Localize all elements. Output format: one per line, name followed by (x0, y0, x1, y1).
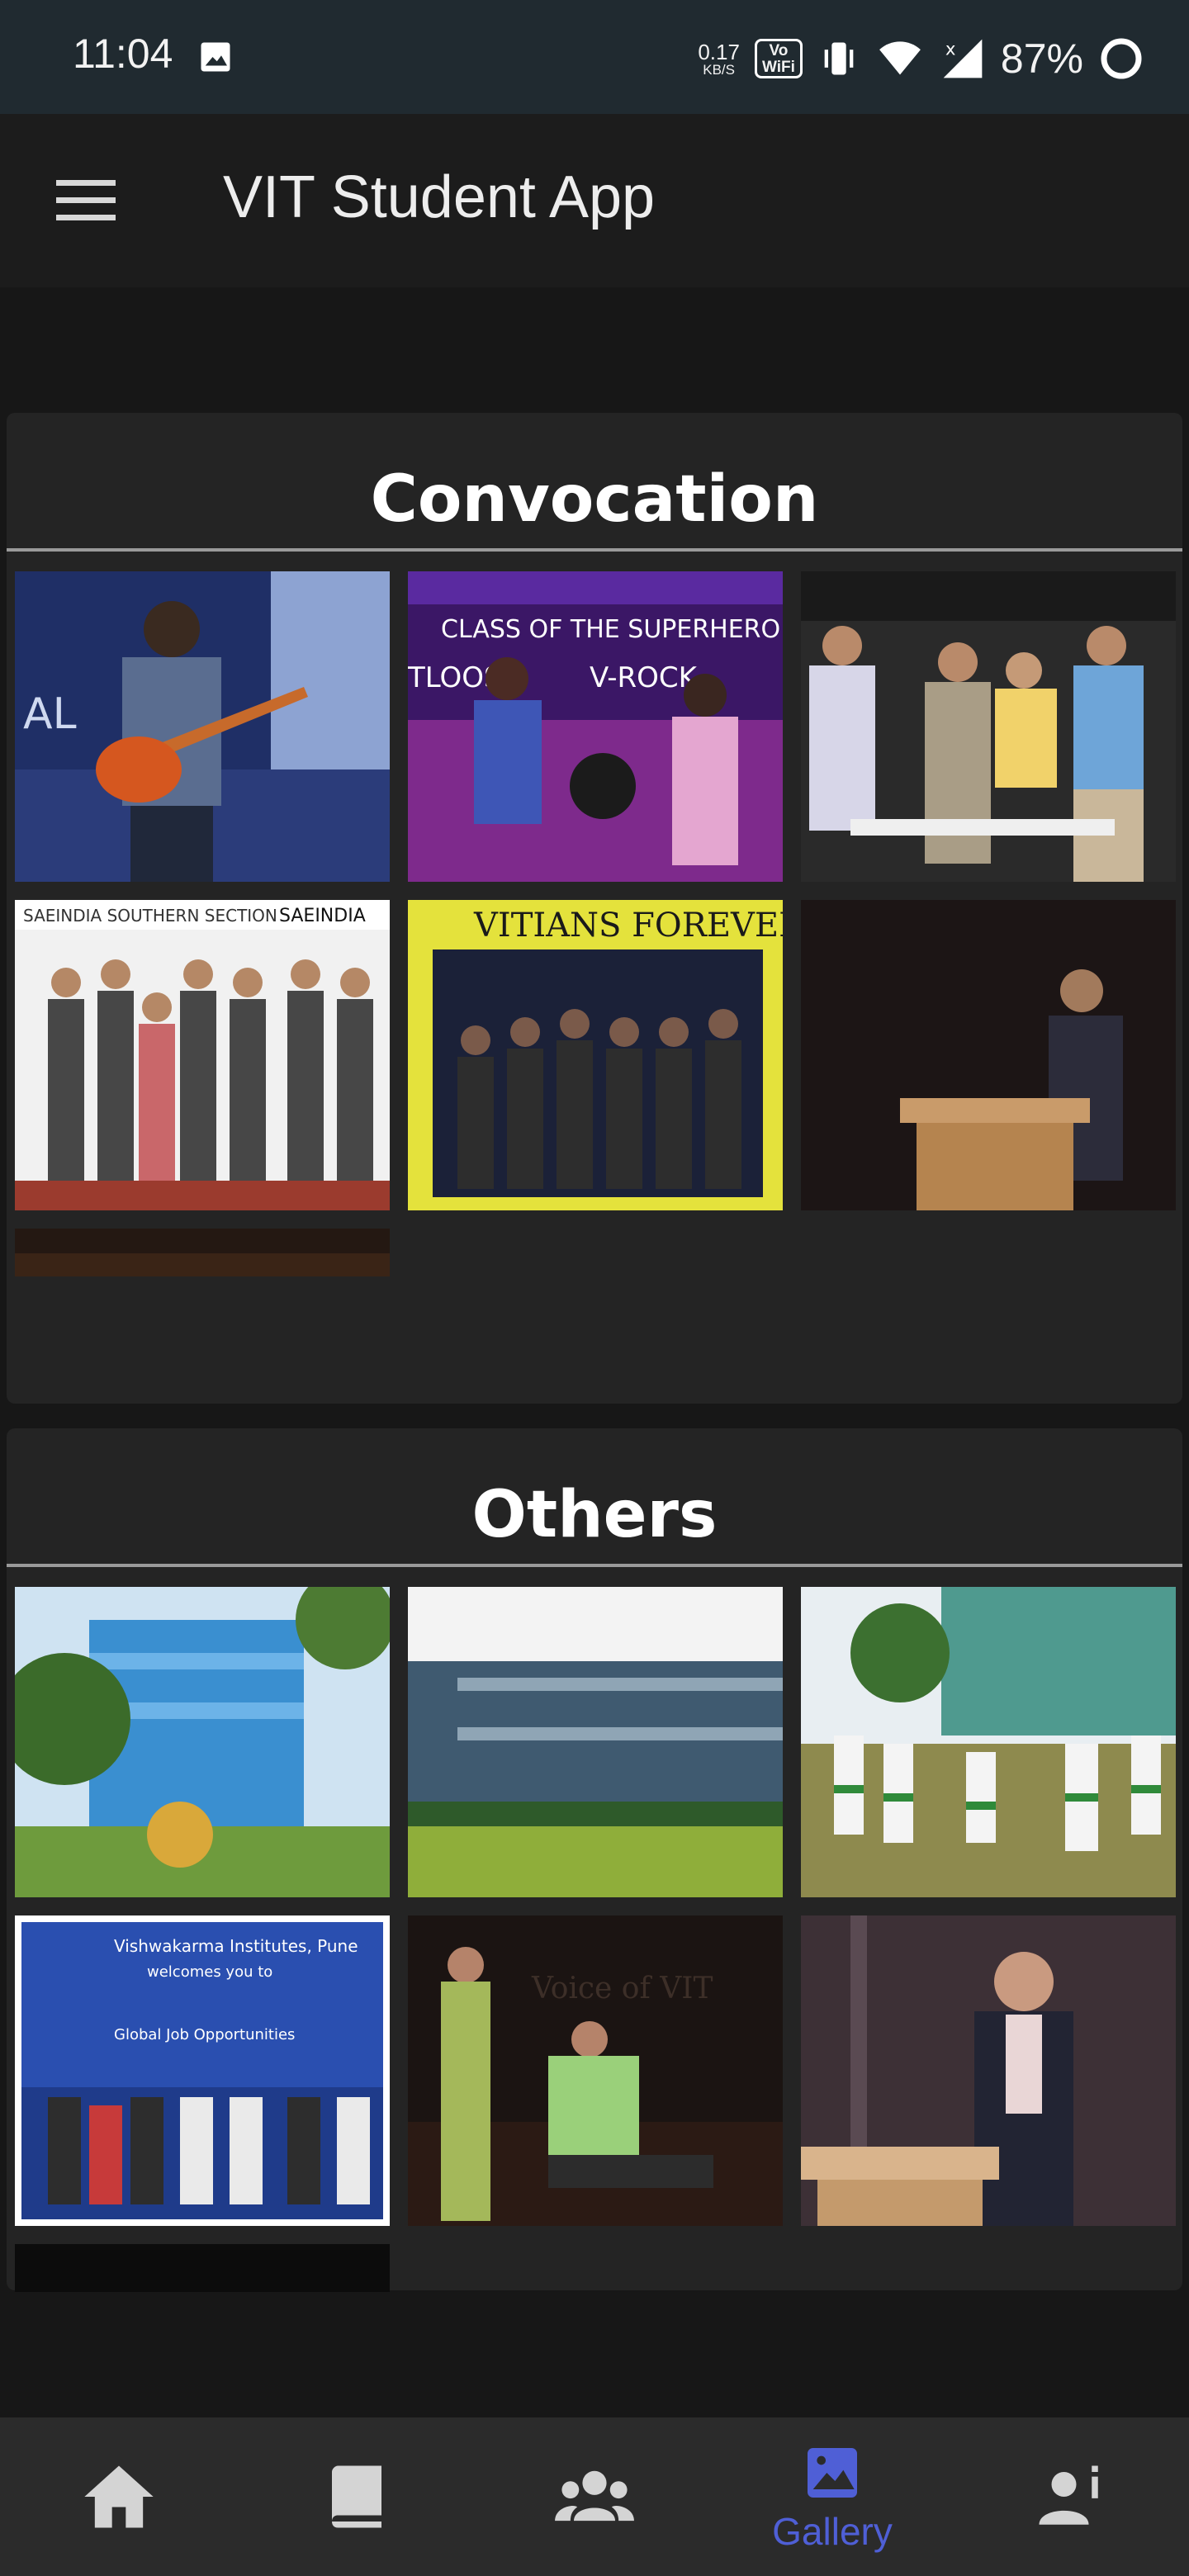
gallery-thumbnail[interactable]: AL (15, 571, 390, 882)
gallery-thumbnail[interactable] (801, 1915, 1176, 2226)
battery-percent: 87% (1000, 36, 1083, 82)
svg-text:AL: AL (23, 689, 77, 739)
nav-item-people[interactable] (476, 2417, 713, 2576)
person-info-icon (1039, 2465, 1098, 2525)
gallery-content[interactable]: Convocation AL CLASS OF THE SUPERHEROES (0, 287, 1189, 2417)
svg-text:SAEINDIA SOUTHERN SECTION: SAEINDIA SOUTHERN SECTION (23, 906, 277, 926)
bottom-navigation: Gallery (0, 2417, 1189, 2576)
vowifi-bottom-text: WiFi (761, 59, 795, 76)
section-header: Convocation (7, 413, 1182, 552)
gallery-thumbnail[interactable]: Voice of VIT (408, 1915, 783, 2226)
app-bar: VIT Student App (0, 114, 1189, 287)
book-icon (332, 2465, 381, 2528)
nav-item-gallery[interactable]: Gallery (713, 2417, 951, 2576)
status-bar: 11:04 0.17 KB/S Vo WiFi x 87% (0, 0, 1189, 114)
nav-item-home[interactable] (0, 2417, 238, 2576)
gallery-thumbnail[interactable] (408, 1587, 783, 1897)
nav-item-books[interactable] (238, 2417, 476, 2576)
gallery-thumbnail[interactable] (801, 900, 1176, 1210)
nav-item-about[interactable] (951, 2417, 1189, 2576)
status-time: 11:04 (73, 31, 173, 77)
svg-text:Vishwakarma Institutes, Pune: Vishwakarma Institutes, Pune (114, 1936, 358, 1956)
vibrate-icon (824, 42, 854, 75)
gallery-thumbnail[interactable]: Vishwakarma Institutes, Pune welcomes yo… (15, 1915, 390, 2226)
section-title: Convocation (370, 462, 819, 537)
svg-text:Global Job Opportunities: Global Job Opportunities (114, 2026, 295, 2043)
svg-text:CLASS OF THE SUPERHEROES: CLASS OF THE SUPERHEROES (441, 615, 783, 644)
gallery-thumbnail[interactable]: SAEINDIA SOUTHERN SECTION SAEINDIA (15, 900, 390, 1210)
nav-label-gallery: Gallery (772, 2510, 893, 2553)
section-convocation: Convocation AL CLASS OF THE SUPERHEROES (7, 413, 1182, 1404)
network-speed: 0.17 KB/S (698, 41, 740, 77)
app-title: VIT Student App (223, 164, 656, 230)
gallery-icon (808, 2448, 857, 2498)
svg-text:Voice of VIT: Voice of VIT (531, 1972, 713, 2005)
svg-text:SAEINDIA: SAEINDIA (279, 906, 366, 926)
people-icon (555, 2470, 634, 2522)
section-header: Others (7, 1428, 1182, 1567)
network-speed-value: 0.17 (698, 39, 740, 64)
battery-ring-icon (1101, 38, 1142, 79)
image-notification-icon (201, 42, 230, 72)
home-icon (84, 2465, 154, 2528)
gallery-thumbnail[interactable] (15, 2244, 390, 2292)
status-icons: 0.17 KB/S Vo WiFi x 87% (698, 30, 1144, 88)
cell-signal-icon: x (943, 39, 983, 78)
section-others: Others Vishwakarma Institutes, Pune welc… (7, 1428, 1182, 2292)
vowifi-icon: Vo WiFi (754, 39, 803, 78)
gallery-thumbnail[interactable] (15, 1587, 390, 1897)
gallery-thumbnail[interactable] (801, 571, 1176, 882)
menu-icon[interactable] (56, 180, 116, 223)
gallery-thumbnail[interactable] (15, 1229, 390, 1276)
gallery-thumbnail[interactable]: CLASS OF THE SUPERHEROES TLOOSE V-ROCK (408, 571, 783, 882)
section-title: Others (471, 1478, 718, 1552)
network-speed-unit: KB/S (703, 61, 735, 78)
gallery-thumbnail[interactable] (801, 1587, 1176, 1897)
vowifi-top-text: Vo (769, 42, 789, 59)
svg-text:x: x (945, 39, 955, 59)
svg-text:VITIANS FOREVER: VITIANS FOREVER (473, 907, 783, 945)
svg-text:welcomes you to: welcomes you to (147, 1963, 272, 1981)
wifi-icon (879, 41, 921, 75)
gallery-thumbnail[interactable]: VITIANS FOREVER (408, 900, 783, 1210)
svg-text:V-ROCK: V-ROCK (590, 661, 699, 694)
